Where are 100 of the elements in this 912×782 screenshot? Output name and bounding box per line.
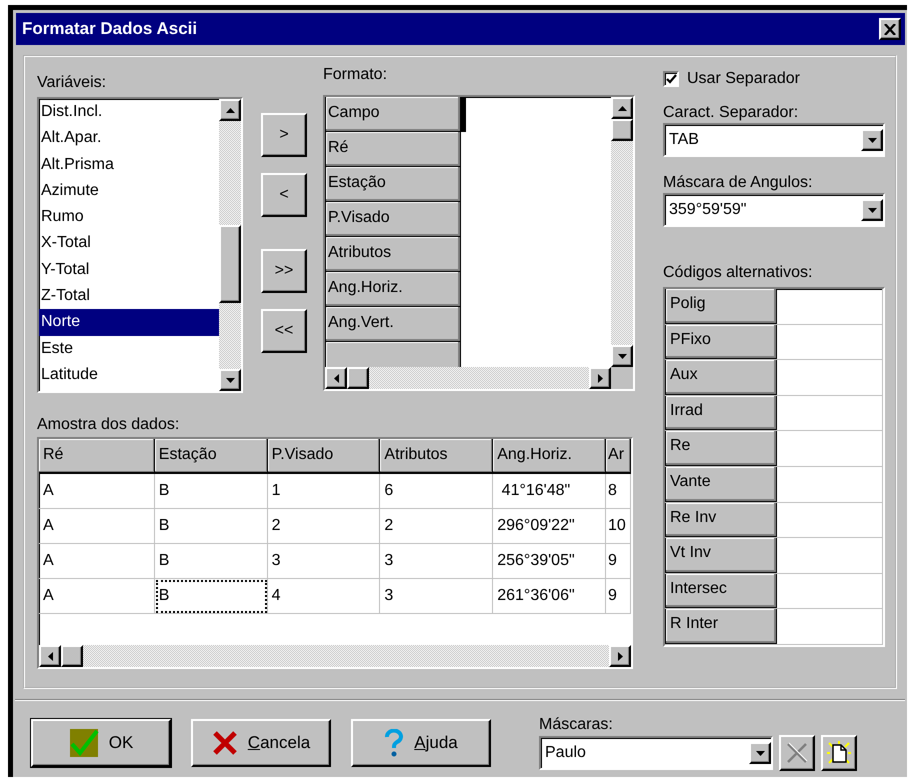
scrollbar-thumb[interactable] [347, 367, 369, 389]
help-button[interactable]: Ajuda [351, 719, 491, 767]
list-item[interactable]: Alt.Apar. [39, 125, 219, 152]
scroll-right-button[interactable] [589, 367, 611, 389]
list-item[interactable]: X-Total [39, 230, 219, 257]
scroll-down-button[interactable] [219, 369, 241, 391]
checkbox[interactable] [663, 71, 679, 87]
scrollbar-thumb[interactable] [61, 645, 83, 667]
cross-icon [212, 730, 238, 756]
list-item[interactable]: Rumo [39, 204, 219, 230]
down-arrow-icon [226, 378, 234, 382]
table-cell: 4 [268, 579, 380, 614]
list-item[interactable]: Azimute [39, 178, 219, 204]
column-header[interactable]: P.Visado [268, 439, 380, 474]
code-name-cell: Re [665, 431, 777, 466]
format-grid[interactable]: Campo Ré Estação P.Visado Atributos Ang.Horiz. Ang.Vert. [323, 95, 635, 391]
move-button[interactable]: > [261, 113, 307, 157]
field-header[interactable] [325, 342, 461, 367]
column-header[interactable]: Estação [154, 439, 268, 474]
table-cell: A [39, 544, 155, 579]
checkmark-icon [68, 728, 99, 758]
list-item[interactable]: Z-Total [39, 283, 219, 310]
column-header[interactable]: Ar [606, 439, 631, 474]
table-cell: 2 [380, 509, 494, 544]
table-cell: B [154, 544, 268, 579]
table-cell: 1 [268, 474, 380, 509]
scrollbar-thumb[interactable] [219, 225, 241, 303]
dropdown-button[interactable] [861, 129, 883, 151]
alternative-codes-grid[interactable]: Polig PFixo Aux Irrad Re Vante Re Inv Vt Inv Intersec R Inter [663, 287, 885, 647]
cross-icon [786, 742, 808, 764]
list-item[interactable]: Latitude [39, 362, 219, 388]
field-header[interactable]: Ang.Vert. [325, 307, 461, 342]
scroll-up-button[interactable] [611, 97, 633, 119]
table-cell: 3 [268, 544, 380, 579]
new-document-button[interactable] [821, 735, 857, 771]
field-header[interactable]: P.Visado [325, 202, 461, 237]
up-arrow-icon [618, 106, 626, 110]
list-item[interactable]: Alt.Prisma [39, 152, 219, 178]
code-name-cell: Vante [665, 466, 777, 502]
table-cell: 3 [380, 544, 494, 579]
move-button[interactable]: >> [261, 249, 307, 293]
table-cell: 2 [268, 509, 380, 544]
question-mark-icon [384, 729, 404, 757]
cancel-button[interactable]: Cancela [191, 719, 331, 767]
separator-dropdown[interactable]: TAB [663, 123, 885, 157]
vertical-scrollbar[interactable] [219, 99, 241, 391]
vertical-scrollbar[interactable] [611, 97, 633, 367]
sample-data-label: Amostra dos dados: [37, 415, 180, 435]
angle-mask-dropdown[interactable]: 359°59'59" [663, 193, 885, 227]
horizontal-scrollbar[interactable] [39, 645, 631, 667]
left-arrow-icon [334, 374, 338, 382]
right-arrow-icon [618, 652, 622, 660]
column-header[interactable]: Ang.Horiz. [493, 439, 606, 474]
masks-dropdown[interactable]: Paulo [539, 736, 773, 770]
scroll-left-button[interactable] [39, 645, 61, 667]
table-cell: 256°39'05" [493, 544, 606, 579]
table-cell: 10 [606, 509, 631, 544]
scroll-up-button[interactable] [219, 99, 241, 121]
move-button[interactable]: < [261, 173, 307, 217]
sample-data-grid[interactable]: Ré Estação P.Visado Atributos Ang.Horiz. Ar A B 1 6 41°16'48" 8 A B 2 2 296°09'22" 10 A B 3 3 256°39'05" 9 A B 4 3 261°36'06" 9 [37, 437, 633, 669]
close-button[interactable] [879, 18, 901, 40]
field-header[interactable]: Ang.Horiz. [325, 272, 461, 307]
table-cell: B [154, 474, 268, 509]
list-item[interactable]: Norte [39, 309, 219, 336]
code-name-cell: Re Inv [665, 502, 777, 538]
table-cell: 9 [606, 544, 631, 579]
alternative-codes-label: Códigos alternativos: [663, 263, 814, 283]
field-header[interactable]: Estação [325, 167, 461, 202]
format-label: Formato: [323, 65, 388, 85]
move-button[interactable]: << [261, 309, 307, 353]
dropdown-button[interactable] [861, 199, 883, 221]
scrollbar-thumb[interactable] [611, 119, 633, 141]
table-cell: A [39, 509, 155, 544]
horizontal-scrollbar[interactable] [325, 367, 611, 389]
list-item[interactable]: Este [39, 336, 219, 362]
variables-listbox[interactable]: Dist.Incl. Alt.Apar. Alt.Prisma Azimute Rumo X-Total Y-Total Z-Total Norte Este Latitude [37, 97, 243, 393]
scroll-right-button[interactable] [609, 645, 631, 667]
column-header[interactable]: Ré [39, 439, 155, 474]
field-header[interactable]: Atributos [325, 237, 461, 272]
field-header[interactable]: Ré [325, 132, 461, 167]
code-name-cell: Intersec [665, 574, 777, 608]
scroll-left-button[interactable] [325, 367, 347, 389]
caret-icon [756, 750, 764, 756]
field-header[interactable]: Campo [325, 97, 461, 132]
masks-label: Máscaras: [539, 715, 614, 735]
list-item[interactable]: Y-Total [39, 256, 219, 284]
table-cell: 41°16'48" [493, 474, 606, 509]
right-arrow-icon [598, 374, 602, 382]
up-arrow-icon [226, 108, 234, 112]
code-name-cell: Vt Inv [665, 538, 777, 573]
column-header[interactable]: Atributos [380, 439, 494, 474]
angle-mask-label: Máscara de Angulos: [663, 173, 814, 193]
table-cell: 9 [606, 579, 631, 614]
list-item[interactable]: Dist.Incl. [39, 99, 219, 126]
table-cell: 6 [380, 474, 494, 509]
ok-button[interactable]: OK [31, 719, 171, 767]
table-cell: 8 [606, 474, 631, 509]
dropdown-button[interactable] [749, 742, 771, 764]
scroll-down-button[interactable] [611, 345, 633, 367]
caret-icon [868, 208, 876, 212]
